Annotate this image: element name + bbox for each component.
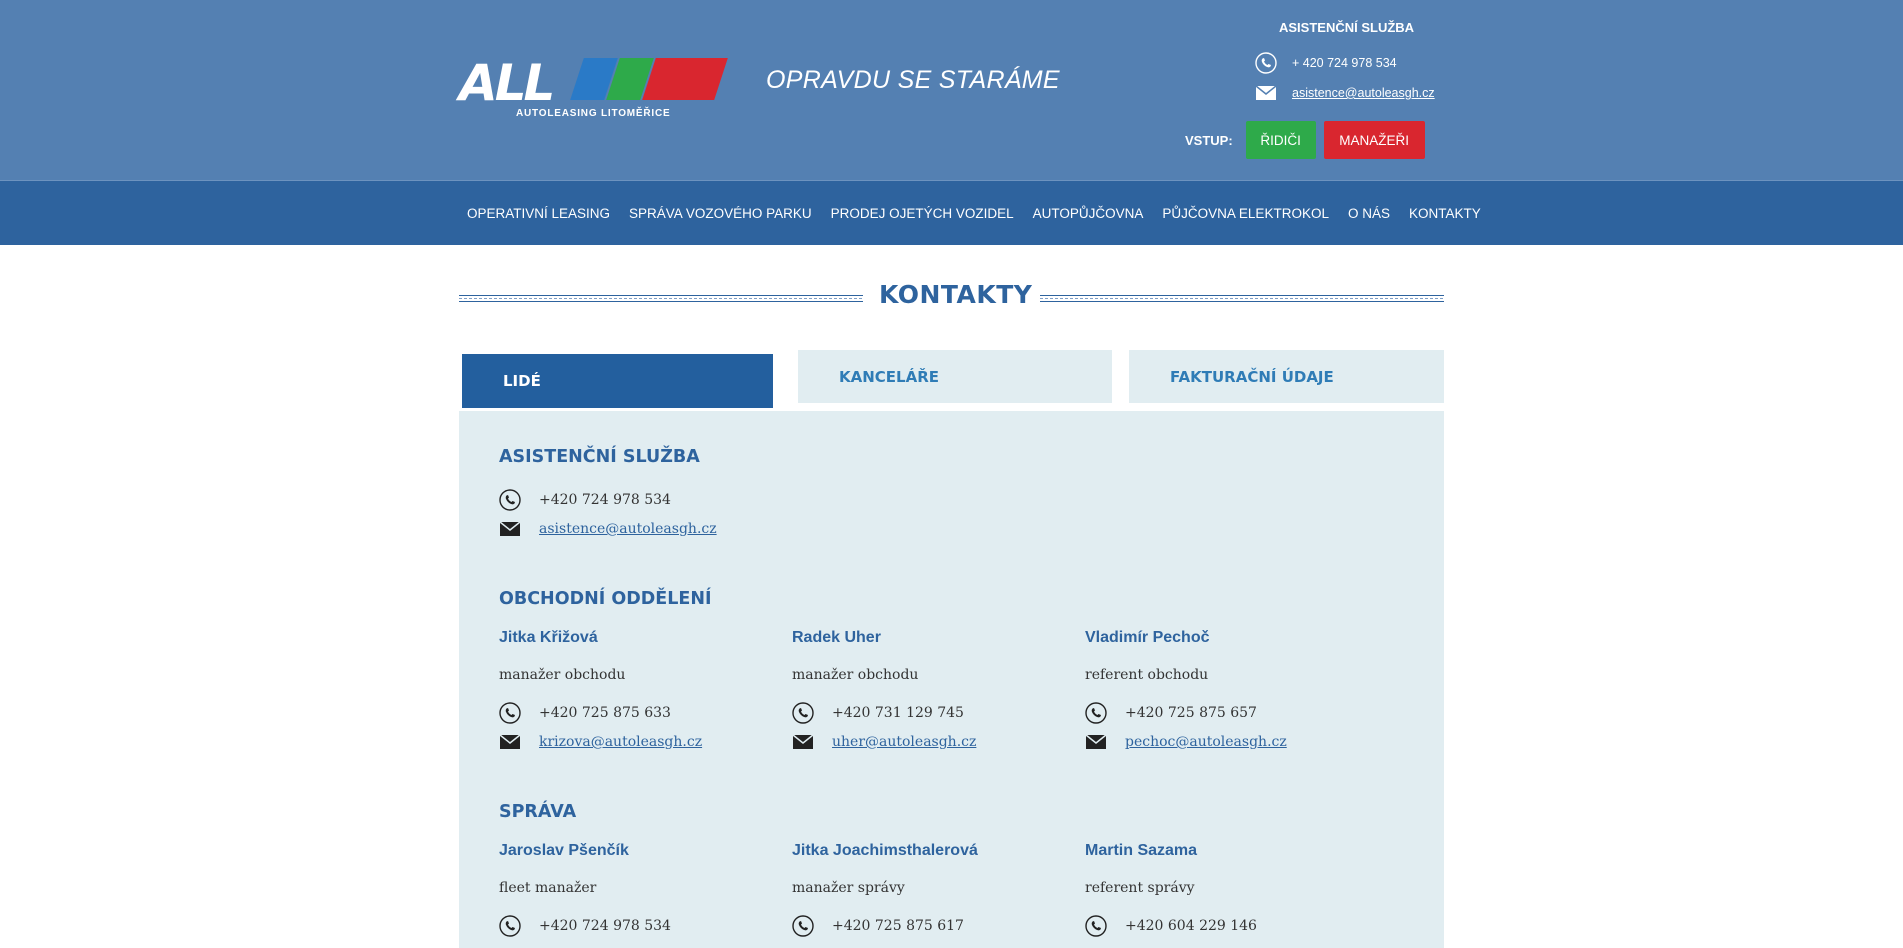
person-role: referent obchodu [1085,667,1209,683]
contact-tabs: LIDÉ KANCELÁŘE FAKTURAČNÍ ÚDAJE [459,350,1444,411]
page-title: KONTAKTY [879,280,1033,309]
envelope-icon [499,518,521,540]
person-name: Martin Sazama [1085,842,1198,859]
nav-item-kontakty[interactable]: KONTAKTY [1409,206,1481,221]
person-phone-row: +420 725 875 657 [1085,702,1257,724]
person-role: fleet manažer [499,880,597,896]
page-title-row: KONTAKTY [459,280,1444,316]
section-title-administration: SPRÁVA [499,802,577,822]
person-name: Vladimír Pechoč [1085,629,1210,646]
person-email-row: pechoc@autoleasgh.cz [1085,731,1287,753]
nav-item-autopujcovna[interactable]: AUTOPŮJČOVNA [1033,206,1144,221]
envelope-icon [792,731,814,753]
person-phone: +420 725 875 633 [539,705,671,721]
nav-item-sprava-vozoveho-parku[interactable]: SPRÁVA VOZOVÉHO PARKU [629,206,812,221]
phone-icon [792,915,814,937]
logo-text: ALL [459,54,555,112]
tab-fakturacni-udaje[interactable]: FAKTURAČNÍ ÚDAJE [1129,350,1444,403]
envelope-icon [1255,82,1277,104]
person-role: manažer správy [792,880,905,896]
person-role: manažer obchodu [792,667,919,683]
title-divider-left [459,295,863,302]
section-title-assistance: ASISTENČNÍ SLUŽBA [499,447,700,467]
tab-kancelare[interactable]: KANCELÁŘE [798,350,1112,403]
person-name: Jaroslav Pšenčík [499,842,629,859]
drivers-login-button[interactable]: ŘIDIČI [1245,121,1316,159]
person-role: referent správy [1085,880,1195,896]
site-logo[interactable]: ALL AUTOLEASING LITOMĚŘICE [459,54,729,126]
nav-item-prodej-ojetych-vozidel[interactable]: PRODEJ OJETÝCH VOZIDEL [831,206,1014,221]
header-phone-number: + 420 724 978 534 [1292,56,1397,70]
phone-icon [792,702,814,724]
person-email-link[interactable]: krizova@autoleasgh.cz [539,734,702,750]
person-phone: +420 725 875 617 [832,918,964,934]
nav-item-pujcovna-elektrokol[interactable]: PŮJČOVNA ELEKTROKOL [1162,206,1329,221]
person-email-row: krizova@autoleasgh.cz [499,731,702,753]
assistance-phone: +420 724 978 534 [539,492,671,508]
person-role: manažer obchodu [499,667,626,683]
person-phone-row: +420 725 875 617 [792,915,964,937]
title-divider-right [1040,295,1444,302]
person-phone: +420 725 875 657 [1125,705,1257,721]
person-phone: +420 724 978 534 [539,918,671,934]
person-phone-row: +420 725 875 633 [499,702,671,724]
contacts-panel: ASISTENČNÍ SLUŽBA +420 724 978 534 asist… [459,411,1444,948]
logo-stripe-red [642,58,728,100]
phone-icon [499,702,521,724]
nav-item-o-nas[interactable]: O NÁS [1348,206,1390,221]
envelope-icon [1085,731,1107,753]
assistance-email-row: asistence@autoleasgh.cz [499,518,717,540]
person-name: Radek Uher [792,629,881,646]
person-phone: +420 731 129 745 [832,705,964,721]
person-phone-row: +420 604 229 146 [1085,915,1257,937]
person-email-link[interactable]: pechoc@autoleasgh.cz [1125,734,1287,750]
tab-lide[interactable]: LIDÉ [462,354,773,408]
managers-login-button[interactable]: MANAŽEŘI [1323,121,1425,159]
phone-icon [499,915,521,937]
header-inner: ALL AUTOLEASING LITOMĚŘICE OPRAVDU SE ST… [459,0,1444,180]
login-label: VSTUP: [1185,132,1233,148]
nav-item-operativni-leasing[interactable]: OPERATIVNÍ LEASING [467,206,610,221]
assistance-phone-row: +420 724 978 534 [499,489,671,511]
envelope-icon [499,731,521,753]
person-phone-row: +420 724 978 534 [499,915,671,937]
slogan: OPRAVDU SE STARÁME [766,66,1060,94]
person-email-row: uher@autoleasgh.cz [792,731,976,753]
header-assistance-phone: + 420 724 978 534 [1255,52,1397,74]
site-header: ALL AUTOLEASING LITOMĚŘICE OPRAVDU SE ST… [0,0,1903,180]
main-nav: OPERATIVNÍ LEASING SPRÁVA VOZOVÉHO PARKU… [0,180,1903,245]
header-assistance-email: asistence@autoleasgh.cz [1255,82,1435,104]
person-name: Jitka Joachimsthalerová [792,842,978,859]
person-email-link[interactable]: uher@autoleasgh.cz [832,734,976,750]
assistance-email-link[interactable]: asistence@autoleasgh.cz [539,521,717,537]
person-phone-row: +420 731 129 745 [792,702,964,724]
logo-subtitle: AUTOLEASING LITOMĚŘICE [516,108,671,119]
phone-icon [1255,52,1277,74]
person-phone: +420 604 229 146 [1125,918,1257,934]
phone-icon [1085,915,1107,937]
section-title-sales: OBCHODNÍ ODDĚLENÍ [499,589,712,609]
phone-icon [499,489,521,511]
header-email-link[interactable]: asistence@autoleasgh.cz [1292,86,1435,100]
person-name: Jitka Křižová [499,629,598,646]
header-assistance-title: ASISTENČNÍ SLUŽBA [1279,20,1415,35]
phone-icon [1085,702,1107,724]
login-bar: VSTUP: ŘIDIČI MANAŽEŘI [1185,121,1433,159]
